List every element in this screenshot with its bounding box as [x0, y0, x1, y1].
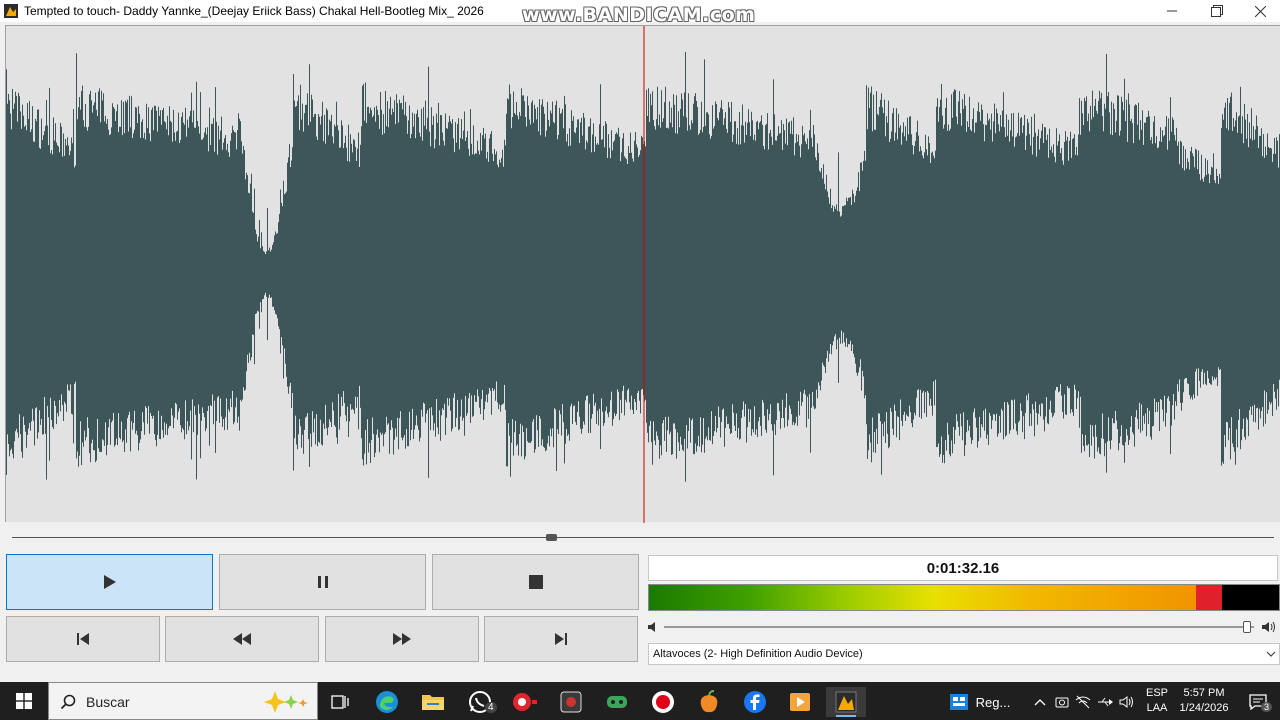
clock-time: 5:57 PM	[1183, 687, 1225, 699]
rewind-icon	[233, 633, 251, 645]
tray-volume-button[interactable]	[1117, 687, 1137, 717]
taskbar-app-whatsapp[interactable]: 4	[460, 687, 500, 717]
search-icon	[60, 694, 76, 710]
title-bar: Tempted to touch- Daddy Yannke_(Deejay E…	[0, 0, 1280, 26]
pinned-app-label: Reg...	[975, 694, 1011, 710]
taskbar-search-box[interactable]: Buscar	[48, 682, 318, 720]
camera-icon	[1055, 697, 1069, 708]
pause-button[interactable]	[219, 554, 426, 610]
volume-slider-thumb[interactable]	[1243, 621, 1251, 633]
task-view-icon	[331, 695, 349, 709]
taskbar-app-media[interactable]	[551, 687, 591, 717]
tray-usb-button[interactable]	[1095, 687, 1115, 717]
time-display: 0:01:32.16	[648, 555, 1278, 581]
level-peak-indicator	[1196, 585, 1222, 610]
taskbar-app-edge[interactable]	[367, 687, 407, 717]
taskbar-app-obs[interactable]	[643, 687, 683, 717]
waveform-trace	[6, 52, 1280, 482]
record-app-icon	[513, 693, 537, 711]
close-button[interactable]	[1238, 0, 1280, 22]
taskbar-app-fl-studio[interactable]	[689, 687, 729, 717]
fast-forward-icon	[393, 633, 411, 645]
minimize-button[interactable]	[1150, 0, 1194, 22]
volume-slider[interactable]	[664, 626, 1254, 628]
maximize-button[interactable]	[1195, 0, 1239, 22]
waveform-display[interactable]	[5, 25, 1280, 523]
chevron-down-icon	[1266, 651, 1276, 657]
video-player-icon	[790, 693, 810, 711]
window-title: Tempted to touch- Daddy Yannke_(Deejay E…	[24, 4, 484, 18]
language-variant: LAA	[1146, 702, 1168, 714]
volume-low-icon	[648, 622, 655, 632]
input-language-indicator[interactable]: ESP LAA	[1140, 687, 1174, 714]
minimize-icon	[1167, 10, 1177, 12]
gamepad-icon	[607, 696, 627, 708]
notification-badge: 3	[1261, 702, 1273, 712]
notification-center-button[interactable]: 3	[1238, 687, 1278, 717]
taskbar-app-gamepad[interactable]	[597, 687, 637, 717]
play-button[interactable]	[6, 554, 213, 610]
edge-browser-icon	[376, 691, 398, 713]
fruit-icon	[700, 690, 718, 713]
next-track-button[interactable]	[484, 616, 638, 662]
output-device-select[interactable]: Altavoces (2- High Definition Audio Devi…	[648, 643, 1280, 665]
speaker-icon	[1119, 696, 1133, 708]
search-placeholder: Buscar	[86, 694, 130, 710]
taskbar-pinned-app[interactable]: Reg...	[940, 687, 1020, 717]
pause-icon	[317, 576, 328, 588]
task-view-button[interactable]	[320, 687, 360, 717]
taskbar-app-video-player[interactable]	[780, 687, 820, 717]
audio-player-window: Tempted to touch- Daddy Yannke_(Deejay E…	[0, 0, 1280, 720]
app-logo-icon	[4, 4, 18, 18]
taskbar: Buscar 4 Reg... ESP LAA 5:57 PM 1/24/202…	[0, 682, 1280, 720]
close-icon	[1254, 5, 1266, 17]
taskbar-app-audio-player-active[interactable]	[826, 687, 866, 717]
language-code: ESP	[1145, 687, 1168, 699]
windows-logo-icon	[16, 693, 32, 709]
rewind-button[interactable]	[165, 616, 319, 662]
play-icon	[103, 575, 116, 589]
tray-camera-button[interactable]	[1052, 687, 1072, 717]
app-logo-icon	[835, 691, 857, 713]
media-app-icon	[560, 691, 582, 713]
skip-previous-icon	[77, 633, 89, 645]
level-meter-fill	[649, 585, 1196, 610]
facebook-icon	[744, 691, 766, 713]
skip-next-icon	[555, 633, 567, 645]
taskbar-app-facebook[interactable]	[735, 687, 775, 717]
fast-forward-button[interactable]	[325, 616, 479, 662]
sparkle-icon	[264, 691, 308, 713]
waveform-graph	[6, 26, 1280, 523]
seek-bar[interactable]	[12, 537, 1274, 538]
record-button-icon	[652, 691, 674, 713]
folder-icon	[422, 695, 444, 710]
taskbar-app-file-explorer[interactable]	[413, 687, 453, 717]
stop-button[interactable]	[432, 554, 639, 610]
previous-track-button[interactable]	[6, 616, 160, 662]
network-off-icon	[1075, 695, 1091, 709]
tray-network-button[interactable]	[1073, 687, 1093, 717]
start-button[interactable]	[0, 682, 48, 720]
usb-icon	[1098, 697, 1113, 707]
taskbar-app-recorder[interactable]	[505, 687, 545, 717]
clock[interactable]: 5:57 PM 1/24/2026	[1175, 687, 1233, 714]
stop-icon	[528, 575, 543, 589]
whatsapp-badge: 4	[485, 702, 497, 713]
clock-date: 1/24/2026	[1179, 702, 1229, 714]
recorder-watermark: www.BANDICAM.com	[522, 4, 756, 26]
app-tile-icon	[949, 694, 968, 710]
show-hidden-icons-button[interactable]	[1030, 687, 1050, 717]
chevron-up-icon	[1034, 699, 1046, 706]
level-meter	[648, 584, 1280, 611]
seek-thumb[interactable]	[546, 534, 557, 541]
volume-high-icon	[1262, 621, 1275, 633]
active-app-indicator	[836, 715, 856, 717]
restore-icon	[1211, 5, 1223, 17]
